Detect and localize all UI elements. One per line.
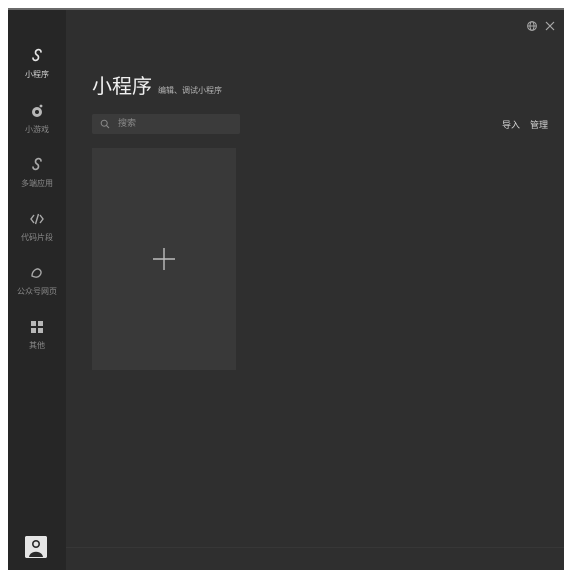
sidebar-item-label: 公众号网页: [17, 287, 57, 296]
avatar[interactable]: [25, 536, 47, 558]
plus-icon: [153, 248, 175, 270]
search-input[interactable]: [116, 115, 236, 133]
miniprogram-icon: [32, 48, 42, 62]
multiend-icon: [32, 157, 42, 171]
web-icon: [31, 268, 42, 278]
sidebar-item-other[interactable]: 其他: [8, 317, 66, 365]
grid-icon: [31, 321, 43, 333]
minigame-icon: [32, 104, 43, 117]
header-actions: 导入 管理: [502, 118, 548, 131]
code-icon: [30, 213, 44, 225]
search-icon: [100, 119, 110, 129]
page-header: 小程序 编辑、调试小程序: [92, 70, 222, 99]
sidebar-item-label: 多端应用: [21, 179, 53, 188]
sidebar: 小程序 小游戏 多端应用 代码片段 公众号网页 其他: [8, 10, 66, 570]
sidebar-item-label: 小程序: [25, 70, 49, 79]
bottom-divider: [66, 547, 564, 548]
sidebar-item-code[interactable]: 代码片段: [8, 209, 66, 257]
globe-icon[interactable]: [526, 20, 538, 32]
manage-button[interactable]: 管理: [530, 118, 548, 131]
page-subtitle: 编辑、调试小程序: [158, 86, 222, 95]
sidebar-item-label: 代码片段: [21, 233, 53, 242]
search-box[interactable]: [92, 114, 240, 134]
app-window: 小程序 小游戏 多端应用 代码片段 公众号网页 其他 小程序 编辑、调试小程序 …: [8, 8, 564, 570]
window-controls: [526, 20, 556, 32]
close-icon[interactable]: [544, 20, 556, 32]
sidebar-item-label: 其他: [29, 341, 45, 350]
create-project-card[interactable]: [92, 148, 236, 370]
sidebar-item-minigame[interactable]: 小游戏: [8, 101, 66, 149]
sidebar-item-web[interactable]: 公众号网页: [8, 263, 66, 311]
sidebar-item-label: 小游戏: [25, 125, 49, 134]
sidebar-item-multiend[interactable]: 多端应用: [8, 155, 66, 203]
sidebar-item-miniprogram[interactable]: 小程序: [8, 46, 66, 94]
avatar-image: [25, 536, 47, 558]
page-title: 小程序: [92, 74, 152, 98]
import-button[interactable]: 导入: [502, 118, 520, 131]
